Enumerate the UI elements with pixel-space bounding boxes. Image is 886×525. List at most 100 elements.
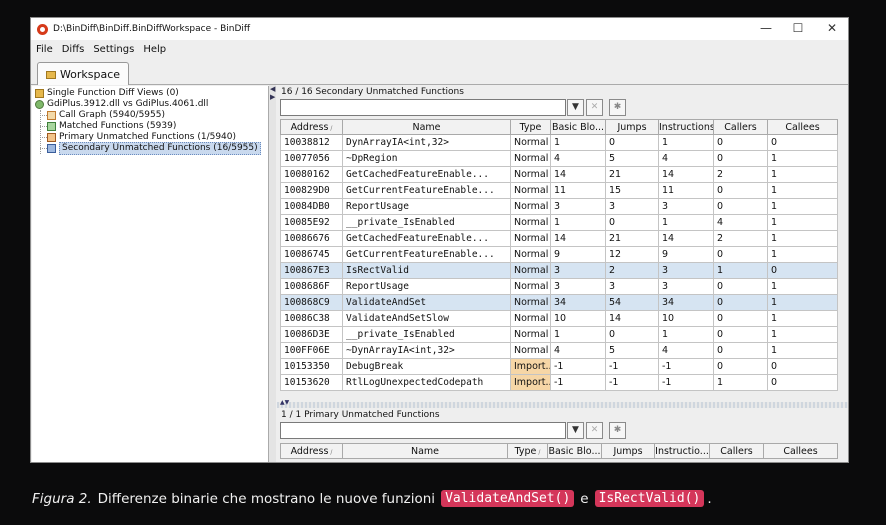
gear-icon: ✱ — [613, 425, 622, 435]
table-row[interactable]: 100867E3 IsRectValid Normal 3 2 3 1 0 — [280, 262, 838, 279]
table-cell: 14 — [658, 166, 714, 183]
table-cell: Normal — [510, 134, 551, 151]
column-header-instructions[interactable]: Instructions — [658, 119, 714, 135]
workspace-tree: Single Function Diff Views (0) GdiPlus.3… — [32, 86, 269, 462]
primary-functions-table: Address / Name Type / Basic Blo... Jumps I… — [280, 443, 838, 459]
column-header-jumps[interactable]: Jumps — [605, 119, 659, 135]
filter-settings-button[interactable]: ✱ — [609, 99, 626, 116]
menu-diffs[interactable]: Diffs — [62, 44, 85, 55]
table-cell: 0 — [713, 246, 768, 263]
filter-dropdown-button[interactable]: ▼ — [567, 422, 584, 439]
table-row[interactable]: 10077056 ~DpRegion Normal 4 5 4 0 1 — [280, 150, 838, 167]
column-header-name[interactable]: Name — [342, 443, 508, 459]
panel-splitter[interactable]: ▲▼ — [277, 399, 848, 408]
table-cell: 21 — [605, 166, 659, 183]
table-cell: ~DynArrayIA<int,32> — [342, 342, 511, 359]
filter-input[interactable] — [280, 99, 566, 116]
tree-connector — [40, 137, 47, 138]
sort-arrow-icon: / — [330, 448, 333, 456]
table-cell: 100829D0 — [280, 182, 343, 199]
table-row[interactable]: 10086D3E __private_IsEnabled Normal 1 0 1 0 1 — [280, 326, 838, 343]
split-divider[interactable]: ◀ ▶ — [269, 85, 276, 462]
column-header-basic-blocks[interactable]: Basic Blo... — [550, 119, 606, 135]
table-cell: 3 — [605, 198, 659, 215]
table-cell: 11 — [658, 182, 714, 199]
table-row[interactable]: 1008686F ReportUsage Normal 3 3 3 0 1 — [280, 278, 838, 295]
table-cell: Import... — [510, 358, 551, 375]
table-row[interactable]: 10086C38 ValidateAndSetSlow Normal 10 14 10 0 1 — [280, 310, 838, 327]
table-cell: 9 — [658, 246, 714, 263]
expand-right-arrow-icon[interactable]: ▶ — [270, 93, 275, 101]
column-header-callees[interactable]: Callees — [763, 443, 838, 459]
table-row[interactable]: 10153350DebugBreakImport...-1-1-100 — [280, 358, 838, 375]
table-cell: 5 — [605, 342, 659, 359]
column-header-address[interactable]: Address / — [280, 119, 343, 135]
table-row[interactable]: 10084DB0 ReportUsage Normal 3 3 3 0 1 — [280, 198, 838, 215]
table-cell: 3 — [605, 278, 659, 295]
table-row[interactable]: 100829D0 GetCurrentFeatureEnable... Normal… — [280, 182, 838, 199]
tree-item-secondary-unmatched[interactable]: Secondary Unmatched Functions (16/5955) — [47, 142, 261, 155]
column-header-instructions[interactable]: Instructio... — [654, 443, 710, 459]
filter-settings-button[interactable]: ✱ — [609, 422, 626, 439]
menu-settings[interactable]: Settings — [93, 44, 134, 55]
table-cell: -1 — [658, 374, 714, 391]
clear-filter-button[interactable]: ✕ — [586, 422, 603, 439]
table-row[interactable]: 10086745 GetCurrentFeatureEnable... Normal… — [280, 246, 838, 263]
table-row[interactable]: 10080162 GetCachedFeatureEnable... Normal 1… — [280, 166, 838, 183]
minimize-button[interactable]: — — [751, 18, 781, 40]
column-header-callers[interactable]: Callers — [709, 443, 764, 459]
column-header-type[interactable]: Type — [510, 119, 551, 135]
table-cell: Normal — [510, 294, 551, 311]
table-cell: 10085E92 — [280, 214, 343, 231]
column-header-jumps[interactable]: Jumps — [601, 443, 655, 459]
table-cell: ReportUsage — [342, 278, 511, 295]
filter-dropdown-button[interactable]: ▼ — [567, 99, 584, 116]
tree-item-label: Call Graph (5940/5955) — [59, 110, 165, 120]
tree-connector — [40, 126, 47, 127]
tree-item-matched[interactable]: Matched Functions (5939) — [47, 121, 176, 132]
filter-input[interactable] — [280, 422, 566, 439]
menu-file[interactable]: File — [36, 44, 53, 55]
column-header-basic-blocks[interactable]: Basic Blo... — [547, 443, 602, 459]
bindiff-app-icon — [37, 23, 48, 35]
column-header-callers[interactable]: Callers — [713, 119, 768, 135]
table-row[interactable]: 10038812 DynArrayIA<int,32> Normal 1 0 1 0 0 — [280, 134, 838, 151]
table-row[interactable]: 100868C9 ValidateAndSet Normal 34 54 34 0 1 — [280, 294, 838, 311]
table-cell: 11 — [550, 182, 606, 199]
chevron-down-icon: ▼ — [572, 102, 579, 112]
table-cell: 0 — [767, 134, 838, 151]
table-cell: 2 — [605, 262, 659, 279]
column-header-name[interactable]: Name — [342, 119, 511, 135]
table-cell: 0 — [713, 278, 768, 295]
table-row[interactable]: 10086676 GetCachedFeatureEnable... Normal 1… — [280, 230, 838, 247]
table-cell: 5 — [605, 150, 659, 167]
table-cell: 1 — [550, 214, 606, 231]
tree-item-call-graph[interactable]: Call Graph (5940/5955) — [47, 110, 165, 121]
secondary-unmatched-panel: 16 / 16 Secondary Unmatched Functions ▼ … — [277, 86, 848, 401]
tree-item-diff[interactable]: GdiPlus.3912.dll vs GdiPlus.4061.dll — [35, 99, 208, 110]
splitter-arrows-icon: ▲▼ — [280, 399, 290, 406]
table-cell: 15 — [605, 182, 659, 199]
tree-item-single-views[interactable]: Single Function Diff Views (0) — [35, 88, 179, 99]
table-cell: 10153350 — [280, 358, 343, 375]
menu-help[interactable]: Help — [143, 44, 166, 55]
column-header-address[interactable]: Address / — [280, 443, 343, 459]
tab-workspace[interactable]: Workspace — [37, 62, 129, 86]
close-icon: ✕ — [590, 425, 599, 435]
table-cell: 0 — [713, 326, 768, 343]
table-cell: Normal — [510, 262, 551, 279]
table-row[interactable]: 10085E92 __private_IsEnabled Normal 1 0 1 4 1 — [280, 214, 838, 231]
column-header-type[interactable]: Type / — [507, 443, 548, 459]
clear-filter-button[interactable]: ✕ — [586, 99, 603, 116]
table-row[interactable]: 10153620RtlLogUnexpectedCodepathImport..… — [280, 374, 838, 391]
caption-text: Differenze binarie che mostrano le nuove… — [97, 490, 436, 507]
close-button[interactable]: ✕ — [817, 18, 847, 40]
table-cell: 14 — [658, 230, 714, 247]
column-header-callees[interactable]: Callees — [767, 119, 838, 135]
maximize-button[interactable]: ☐ — [783, 18, 813, 40]
collapse-left-arrow-icon[interactable]: ◀ — [270, 85, 275, 93]
table-cell: -1 — [550, 358, 606, 375]
table-row[interactable]: 100FF06E ~DynArrayIA<int,32> Normal 4 5 4 0 1 — [280, 342, 838, 359]
table-cell: Import... — [510, 374, 551, 391]
table-cell: 34 — [658, 294, 714, 311]
